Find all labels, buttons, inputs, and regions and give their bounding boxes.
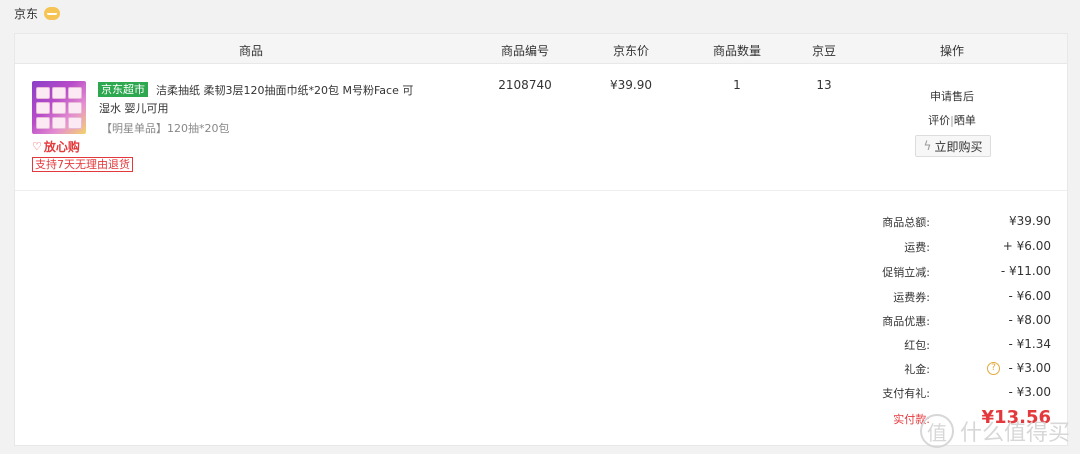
product-jingdou: 13	[816, 78, 832, 92]
header-sku: 商品编号	[500, 44, 550, 58]
chat-bubble-icon[interactable]	[44, 6, 61, 20]
summary-row: 促销立减: - ¥11.00	[15, 264, 1067, 282]
summary-row: 商品优惠: - ¥8.00	[15, 313, 1067, 331]
summary-value: - ¥8.00	[1008, 313, 1052, 327]
summary-label: 商品优惠:	[882, 315, 930, 328]
summary-label: 支付有礼:	[882, 387, 930, 400]
order-panel: 商品 商品编号 京东价 商品数量 京豆 操作 ♡ 放心购 支持7天无理由退货 洁…	[14, 33, 1068, 446]
summary-row: 运费: + ¥6.00	[15, 239, 1067, 257]
summary-label: 运费:	[904, 241, 930, 254]
product-spec: 【明星单品】120抽*20包	[101, 122, 230, 135]
header-actions: 操作	[939, 44, 965, 58]
after-sales-link[interactable]: 申请售后	[930, 88, 974, 104]
product-price: ¥39.90	[610, 78, 652, 92]
total-row: 实付款: ¥13.56	[15, 407, 1067, 431]
jd-supermarket-badge: 京东超市	[98, 82, 148, 97]
lightning-icon: ϟ	[923, 139, 932, 153]
review-show-links: 评价|晒单	[928, 112, 976, 128]
summary-row: 商品总额: ¥39.90	[15, 214, 1067, 232]
table-header: 商品 商品编号 京东价 商品数量 京豆 操作	[15, 34, 1067, 64]
summary-value: - ¥1.34	[1008, 337, 1052, 351]
summary-value: + ¥6.00	[1002, 239, 1051, 253]
review-link[interactable]: 评价	[928, 114, 950, 127]
heart-icon: ♡	[32, 140, 42, 153]
product-thumbnail[interactable]	[32, 81, 86, 134]
product-sku: 2108740	[498, 78, 552, 92]
summary-label: 促销立减:	[882, 266, 930, 279]
product-quantity: 1	[733, 78, 741, 92]
watermark: 值 什么值得买	[919, 414, 1070, 448]
question-circle-icon[interactable]: ?	[987, 362, 1000, 375]
shop-header: 京东	[14, 4, 61, 22]
return-policy-tag: 支持7天无理由退货	[32, 157, 133, 172]
summary-row: 礼金: ? - ¥3.00	[15, 361, 1067, 379]
shop-name[interactable]: 京东	[14, 5, 38, 22]
header-jingdou: 京豆	[811, 44, 837, 58]
summary-value: ¥39.90	[1009, 214, 1051, 228]
summary-value: - ¥3.00	[1008, 361, 1052, 375]
summary-row: 红包: - ¥1.34	[15, 337, 1067, 355]
summary-row: 运费券: - ¥6.00	[15, 289, 1067, 307]
summary-value: - ¥3.00	[1008, 385, 1052, 399]
summary-value: - ¥11.00	[1000, 264, 1051, 278]
header-price: 京东价	[612, 44, 650, 58]
summary-row: 支付有礼: - ¥3.00	[15, 385, 1067, 403]
summary-value: - ¥6.00	[1008, 289, 1052, 303]
summary-label: 商品总额:	[882, 216, 930, 229]
fangxin-tag: ♡ 放心购	[32, 138, 80, 155]
section-divider	[15, 190, 1067, 191]
fangxin-label: 放心购	[43, 140, 80, 154]
buy-now-button[interactable]: ϟ 立即购买	[915, 135, 991, 157]
header-product: 商品	[238, 44, 264, 58]
summary-label: 运费券:	[893, 291, 930, 304]
show-order-link[interactable]: 晒单	[954, 114, 976, 127]
header-quantity: 商品数量	[712, 44, 762, 58]
summary-label: 红包:	[904, 339, 930, 352]
summary-label: 礼金:	[904, 363, 930, 376]
buy-now-label: 立即购买	[934, 139, 983, 154]
watermark-text: 什么值得买	[959, 421, 1070, 446]
watermark-logo: 值	[919, 414, 954, 448]
